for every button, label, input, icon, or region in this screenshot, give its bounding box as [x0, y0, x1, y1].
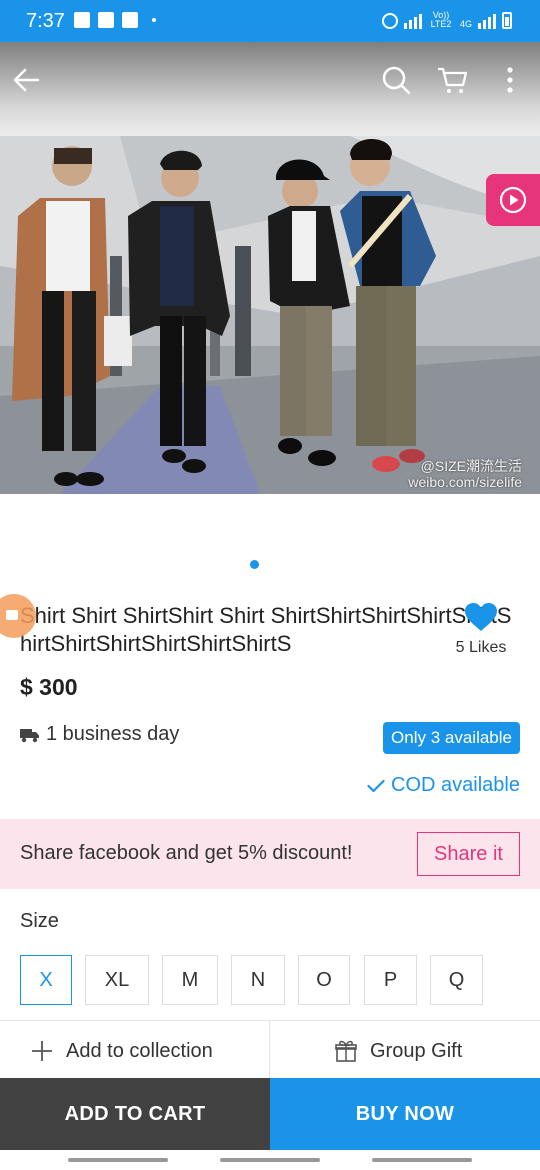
notification-icons	[74, 12, 156, 28]
size-option-n[interactable]: N	[231, 955, 285, 1005]
size-label: Size	[20, 910, 59, 932]
more-button[interactable]	[490, 60, 530, 100]
availability-badge: Only 3 available	[383, 722, 520, 754]
more-vertical-icon	[507, 67, 513, 93]
actions-divider	[269, 1021, 270, 1081]
delivery-info: 1 business day	[20, 723, 179, 746]
product-title: Shirt Shirt ShirtShirt Shirt ShirtShirtS…	[20, 603, 512, 656]
add-to-collection-label: Add to collection	[66, 1039, 213, 1062]
gallery-icon	[74, 12, 90, 28]
share-button[interactable]: Share it	[417, 832, 520, 876]
gift-icon	[335, 1040, 357, 1062]
add-to-collection-button[interactable]: Add to collection	[30, 1021, 213, 1081]
delivery-label: 1 business day	[46, 723, 180, 745]
product-price: $ 300	[20, 674, 78, 700]
group-gift-button[interactable]: Group Gift	[334, 1021, 462, 1081]
cart-button[interactable]	[432, 60, 472, 100]
nav-recents[interactable]	[68, 1158, 168, 1162]
share-banner: Share facebook and get 5% discount! Shar…	[0, 819, 540, 889]
size-option-xl[interactable]: XL	[85, 955, 149, 1005]
status-bar: 7:37 Vo)) LTE2 4G	[0, 0, 540, 42]
size-option-o[interactable]: O	[298, 955, 350, 1005]
search-icon	[382, 66, 411, 95]
system-icons: Vo)) LTE2 4G	[381, 10, 512, 29]
check-icon	[367, 779, 385, 792]
status-time: 7:37	[26, 10, 65, 32]
size-option-x[interactable]: X	[20, 955, 72, 1005]
nav-back[interactable]	[372, 1158, 472, 1162]
network-label: 4G	[459, 19, 472, 29]
product-image[interactable]: @SIZE潮流生活 weibo.com/sizelife	[0, 136, 540, 494]
arrow-left-icon	[13, 68, 40, 92]
video-play-button[interactable]	[486, 174, 540, 226]
more-notifications-icon	[152, 18, 156, 22]
buy-now-button[interactable]: BUY NOW	[270, 1078, 540, 1150]
search-button[interactable]	[376, 60, 416, 100]
size-option-q[interactable]: Q	[430, 955, 483, 1005]
video-icon	[98, 12, 114, 28]
size-option-m[interactable]: M	[162, 955, 218, 1005]
nav-home[interactable]	[220, 1158, 320, 1162]
product-photo	[0, 136, 540, 494]
truck-icon	[20, 728, 39, 742]
secondary-actions: Add to collection Group Gift	[0, 1020, 540, 1081]
battery-icon	[502, 12, 512, 29]
size-option-p[interactable]: P	[364, 955, 417, 1005]
back-button[interactable]	[6, 60, 46, 100]
watermark-line2: weibo.com/sizelife	[408, 474, 522, 490]
likes-count: 5 Likes	[455, 639, 507, 656]
app-bar	[0, 42, 540, 136]
alarm-icon	[381, 13, 398, 29]
checkbox-icon	[122, 12, 138, 28]
signal-icon	[403, 14, 422, 29]
add-to-cart-button[interactable]: ADD TO CART	[0, 1078, 270, 1150]
like-button[interactable]: 5 Likes	[446, 602, 516, 657]
group-gift-label: Group Gift	[370, 1039, 463, 1062]
heart-icon	[465, 603, 497, 631]
system-nav-bar	[0, 1150, 540, 1170]
volte-label: Vo)) LTE2	[430, 10, 452, 29]
cod-label: COD available	[391, 774, 520, 796]
bottom-action-bar: ADD TO CART BUY NOW	[0, 1078, 540, 1150]
cod-info: COD available	[367, 774, 520, 797]
watermark-line1: @SIZE潮流生活	[420, 458, 522, 474]
carousel-indicator	[250, 560, 259, 569]
signal-icon-2	[478, 14, 496, 29]
play-icon	[499, 186, 527, 214]
share-text: Share facebook and get 5% discount!	[20, 842, 353, 864]
plus-icon	[32, 1041, 52, 1061]
cart-icon	[438, 67, 468, 93]
photo-watermark: @SIZE潮流生活 weibo.com/sizelife	[408, 458, 522, 490]
